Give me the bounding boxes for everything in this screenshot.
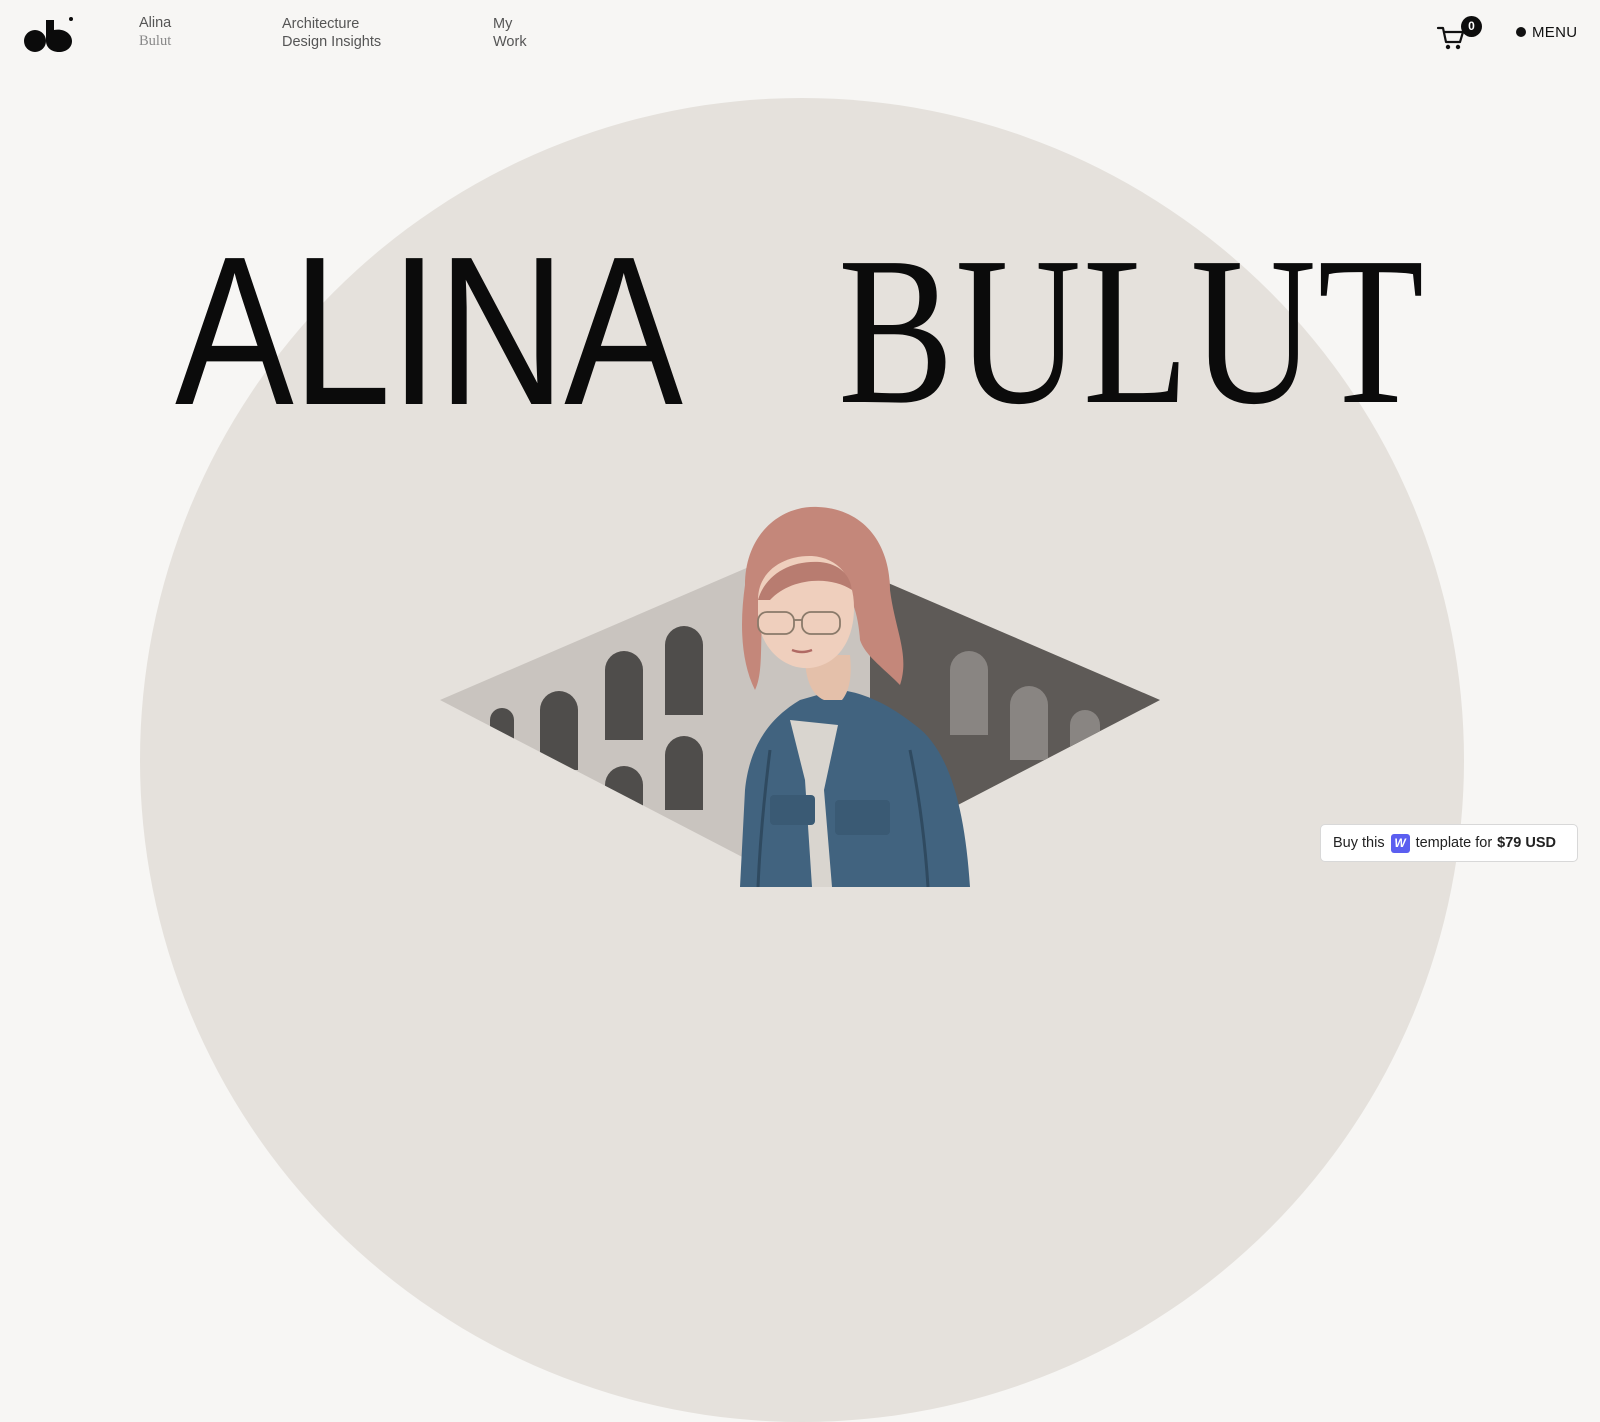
nav-brand-link[interactable]: Alina Bulut: [139, 14, 171, 50]
site-header: Alina Bulut Architecture Design Insights…: [0, 0, 1600, 70]
badge-price: $79 USD: [1497, 835, 1557, 851]
nav-architecture-insights-link[interactable]: Architecture Design Insights: [282, 15, 381, 51]
webflow-icon: W: [1390, 833, 1410, 853]
nav-brand-line2: Bulut: [139, 33, 172, 49]
buy-template-badge[interactable]: Buy this W template for $79 USD: [1320, 824, 1578, 862]
nav-work-line2: Work: [493, 34, 527, 50]
hero-title: ALINA BULUT: [175, 225, 1424, 437]
nav-brand-line1: Alina: [139, 15, 172, 31]
nav-work-line1: My: [493, 16, 513, 32]
hero-last-name: BULUT: [838, 213, 1426, 448]
hero-portrait-image: [440, 506, 1160, 887]
cart-count-badge: 0: [1461, 16, 1482, 37]
hero-first-name: ALINA: [175, 212, 683, 449]
menu-button[interactable]: MENU: [1516, 24, 1577, 41]
nav-insights-line1: Architecture: [282, 16, 360, 32]
badge-middle: template for: [1415, 835, 1493, 851]
ab-logo-icon[interactable]: [24, 16, 74, 52]
nav-insights-line2: Design Insights: [282, 34, 382, 50]
menu-label: MENU: [1532, 24, 1578, 41]
badge-prefix: Buy this: [1333, 835, 1385, 851]
nav-my-work-link[interactable]: My Work: [493, 15, 527, 51]
menu-dot-icon: [1516, 27, 1526, 37]
